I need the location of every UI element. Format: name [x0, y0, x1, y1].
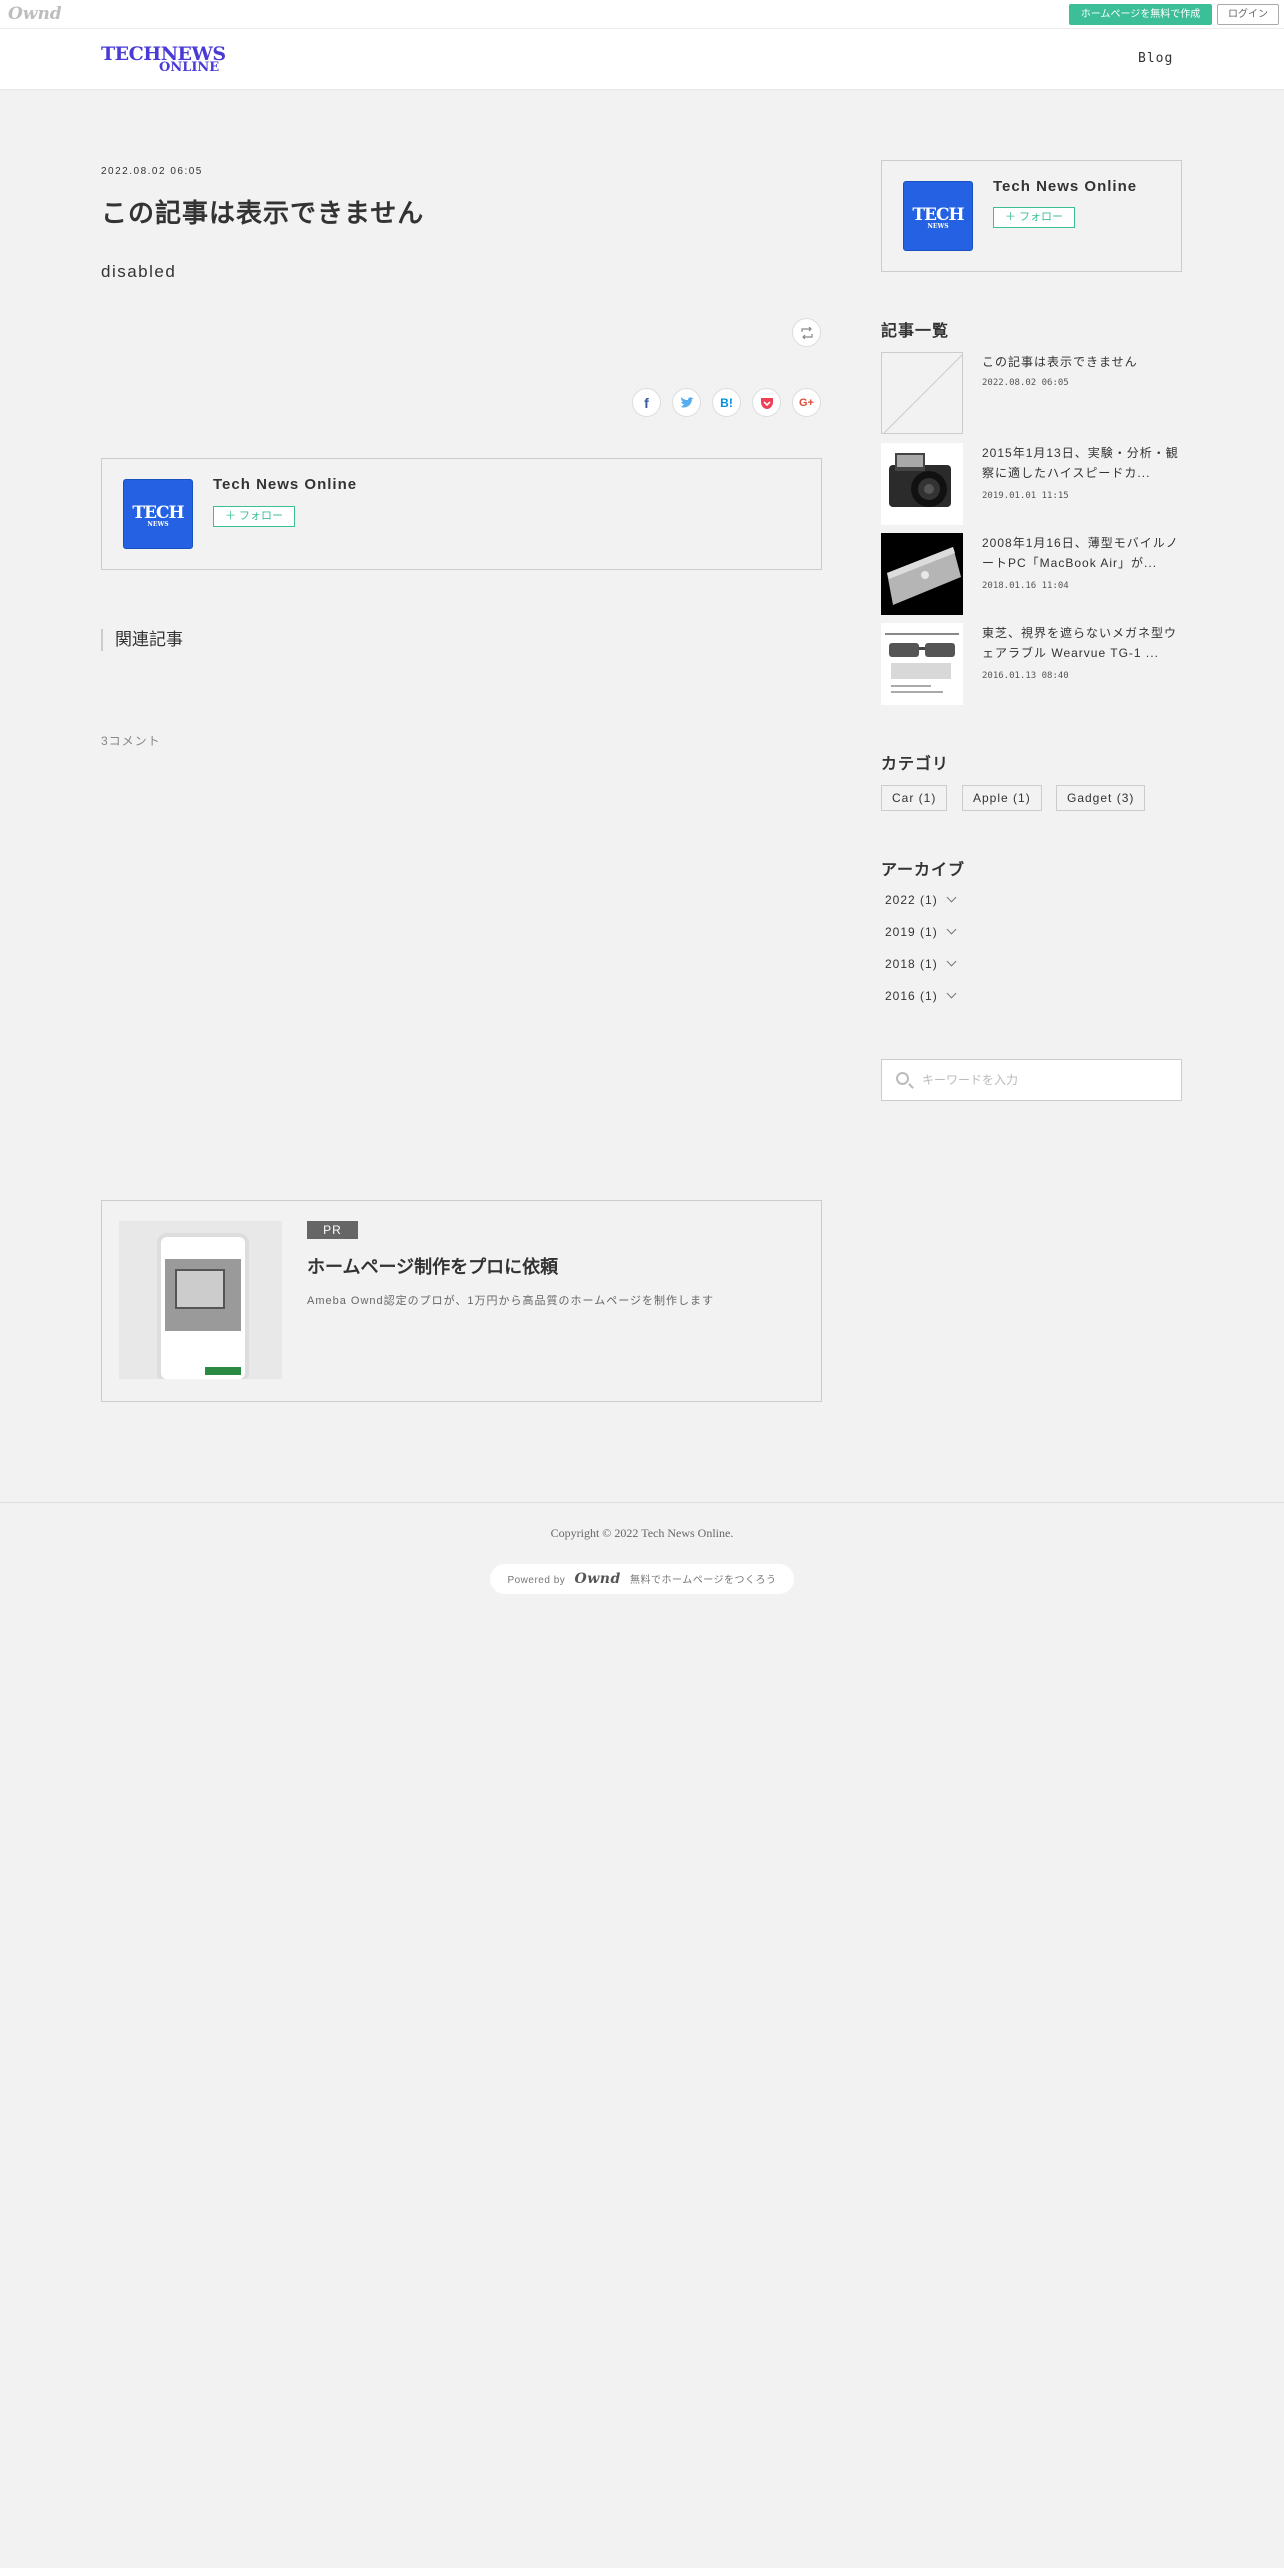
archive-item-2018[interactable]: 2018 (1) [885, 956, 957, 971]
pr-badge: PR [307, 1221, 358, 1239]
site-header: TECHNEWS ONLINE Blog [0, 29, 1284, 90]
archive-item-2022[interactable]: 2022 (1) [885, 892, 957, 907]
archive-label: 2019 (1) [885, 925, 938, 939]
chevron-down-icon [946, 924, 957, 935]
sidebar-profile-name[interactable]: Tech News Online [993, 178, 1137, 195]
ownd-logo-small: Ownd [574, 1571, 621, 1587]
pr-box[interactable]: PR ホームページ制作をプロに依頼 Ameba Ownd認定のプロが、1万円から… [101, 1200, 822, 1402]
powered-suffix: 無料でホームページをつくろう [630, 1575, 777, 1586]
phone-screen-photo [165, 1259, 241, 1331]
wearable-glasses-image [885, 633, 959, 693]
follow-label: フォロー [1019, 211, 1064, 223]
plus-icon: ＋ [224, 510, 240, 522]
powered-prefix: Powered by [507, 1575, 566, 1586]
reblog-icon [800, 326, 813, 339]
share-facebook-button[interactable]: f [632, 388, 661, 417]
recent-post-thumb-3[interactable] [881, 533, 963, 615]
recent-post-date-2: 2019.01.01 11:15 [982, 491, 1069, 501]
reblog-button[interactable] [792, 318, 821, 347]
recent-post-title-4[interactable]: 東芝、視界を遮らないメガネ型ウェアラブル Wearvue TG-1 ... [982, 623, 1182, 663]
post-title: この記事は表示できません [101, 198, 425, 228]
recent-post-date-4: 2016.01.13 08:40 [982, 671, 1069, 681]
author-avatar[interactable]: TECH NEWS [123, 479, 193, 549]
category-tag-car[interactable]: Car (1) [881, 785, 948, 811]
pocket-icon [760, 397, 773, 409]
share-pocket-button[interactable] [752, 388, 781, 417]
twitter-icon [680, 396, 694, 408]
pr-title[interactable]: ホームページ制作をプロに依頼 [307, 1253, 558, 1279]
sidebar-profile-box: TECH NEWS Tech News Online ＋ フォロー [881, 160, 1182, 272]
category-tag-gadget[interactable]: Gadget (3) [1056, 785, 1146, 811]
site-logo-line2: ONLINE [159, 60, 220, 75]
nav-blog-link[interactable]: Blog [1138, 51, 1173, 66]
copyright-text: Copyright © 2022 Tech News Online. [550, 1526, 734, 1540]
recent-post-date-3: 2018.01.16 11:04 [982, 581, 1069, 591]
search-input[interactable] [920, 1070, 1170, 1090]
share-hatena-button[interactable]: B! [712, 388, 741, 417]
ownd-top-bar: Ownd ホームページを無料で作成 ログイン [0, 0, 1284, 29]
login-button[interactable]: ログイン [1217, 4, 1279, 25]
share-googleplus-button[interactable]: G+ [792, 388, 821, 417]
recent-post-title-2[interactable]: 2015年1月13日、実験・分析・観察に適したハイスピードカ... [982, 443, 1182, 483]
phone-screen-button [205, 1367, 241, 1375]
create-homepage-button[interactable]: ホームページを無料で作成 [1069, 4, 1212, 25]
sidebar-search [881, 1059, 1182, 1101]
recent-post-thumb-4[interactable] [881, 623, 963, 705]
archive-label: 2016 (1) [885, 989, 938, 1003]
author-avatar-line2: NEWS [147, 521, 169, 528]
comments-count[interactable]: 3コメント [101, 732, 161, 749]
post-date: 2022.08.02 06:05 [101, 166, 203, 177]
plus-icon: ＋ [1004, 211, 1020, 223]
archive-item-2016[interactable]: 2016 (1) [885, 988, 957, 1003]
search-icon [896, 1072, 909, 1085]
footer-divider [0, 1502, 1284, 1503]
sidebar-avatar-line2: NEWS [927, 223, 949, 230]
google-plus-icon: G+ [799, 396, 814, 409]
recent-post-thumb-2[interactable] [881, 443, 963, 525]
chevron-down-icon [946, 956, 957, 967]
sidebar-avatar-line1: TECH [912, 205, 964, 225]
recent-posts-heading: 記事一覧 [881, 323, 950, 340]
follow-label: フォロー [239, 510, 284, 522]
recent-post-thumb-1[interactable] [881, 352, 963, 434]
pr-image [119, 1221, 282, 1379]
recent-post-title-3[interactable]: 2008年1月16日、薄型モバイルノートPC「MacBook Air」が... [982, 533, 1182, 573]
pr-description: Ameba Ownd認定のプロが、1万円から高品質のホームページを制作します [307, 1295, 714, 1307]
author-box: TECH NEWS Tech News Online ＋ フォロー [101, 458, 822, 570]
facebook-icon: f [644, 394, 649, 411]
hatena-bookmark-icon: B! [720, 395, 733, 410]
chevron-down-icon [946, 892, 957, 903]
recent-post-title-1[interactable]: この記事は表示できません [982, 352, 1182, 372]
share-twitter-button[interactable] [672, 388, 701, 417]
chevron-down-icon [946, 988, 957, 999]
author-avatar-line1: TECH [132, 503, 184, 523]
archive-heading: アーカイブ [881, 862, 966, 879]
site-logo[interactable]: TECHNEWS ONLINE [101, 43, 226, 77]
archive-item-2019[interactable]: 2019 (1) [885, 924, 957, 939]
powered-by-ownd-link[interactable]: Powered by Ownd 無料でホームページをつくろう [490, 1564, 794, 1594]
sidebar-profile-avatar[interactable]: TECH NEWS [903, 181, 973, 251]
category-tag-apple[interactable]: Apple (1) [962, 785, 1042, 811]
category-heading: カテゴリ [881, 756, 950, 773]
archive-label: 2022 (1) [885, 893, 938, 907]
placeholder-image-icon [883, 354, 962, 433]
related-articles-title: 関連記事 [101, 629, 183, 651]
sidebar-follow-button[interactable]: ＋ フォロー [993, 207, 1075, 228]
post-body: disabled [101, 262, 177, 281]
author-name[interactable]: Tech News Online [213, 476, 357, 493]
phone-mockup [157, 1233, 249, 1379]
ownd-logo[interactable]: Ownd [8, 4, 62, 24]
author-follow-button[interactable]: ＋ フォロー [213, 506, 295, 527]
recent-post-date-1: 2022.08.02 06:05 [982, 378, 1069, 388]
camera-image [889, 453, 951, 507]
macbook-air-image [887, 547, 961, 605]
archive-label: 2018 (1) [885, 957, 938, 971]
